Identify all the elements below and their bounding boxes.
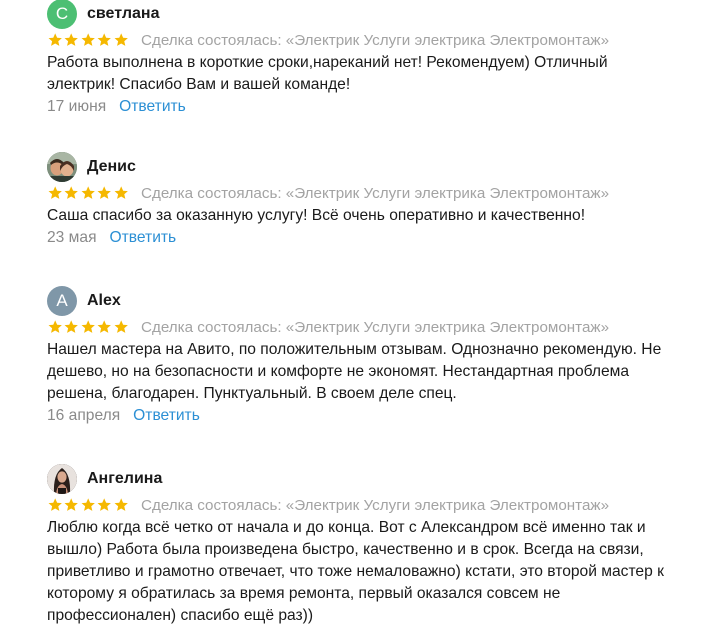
star-icon: [48, 33, 62, 46]
star-icon: [48, 498, 62, 511]
rating-row: Сделка состоялась: «Электрик Услуги элек…: [47, 319, 687, 337]
avatar-letter: С: [55, 4, 69, 23]
review-header: A Alex: [47, 286, 687, 316]
review-card: С светлана Сделка состоялась: «Электрик …: [47, 0, 687, 118]
avatar-letter: A: [56, 291, 68, 310]
author-name[interactable]: светлана: [87, 5, 159, 23]
deal-info: Сделка состоялась: «Электрик Услуги элек…: [141, 319, 610, 336]
star-icon: [48, 320, 62, 333]
avatar[interactable]: [47, 152, 77, 182]
star-icon: [97, 186, 112, 199]
review-header: Ангелина: [47, 464, 687, 494]
avatar[interactable]: С: [47, 0, 77, 29]
star-icon: [81, 498, 95, 511]
star-rating: [47, 185, 129, 201]
review-text: Нашел мастера на Авито, по положительным…: [47, 341, 662, 402]
reply-button[interactable]: Ответить: [119, 98, 186, 115]
rating-row: Сделка состоялась: «Электрик Услуги элек…: [47, 185, 687, 203]
reply-button[interactable]: Ответить: [110, 229, 177, 246]
star-icon: [81, 33, 95, 46]
star-rating: [47, 32, 129, 48]
rating-row: Сделка состоялась: «Электрик Услуги элек…: [47, 497, 687, 515]
rating-row: Сделка состоялась: «Электрик Услуги элек…: [47, 32, 687, 50]
author-name[interactable]: Ангелина: [87, 470, 162, 488]
review-footer: 16 апреля Ответить: [47, 405, 687, 427]
avatar[interactable]: [47, 464, 77, 494]
review-card: Ангелина Сделка состоялась: «Электрик Ус…: [47, 464, 687, 627]
review-card: Денис Сделка состоялась: «Электрик Услуг…: [47, 152, 687, 249]
star-icon: [114, 498, 128, 511]
review-date: 23 мая: [47, 229, 97, 246]
deal-info: Сделка состоялась: «Электрик Услуги элек…: [141, 185, 610, 202]
star-icon: [114, 186, 128, 199]
star-icon: [114, 320, 128, 333]
review-text: Саша спасибо за оказанную услугу! Всё оч…: [47, 207, 586, 224]
review-footer: 17 июня Ответить: [47, 96, 687, 118]
star-icon: [64, 186, 79, 199]
avatar[interactable]: A: [47, 286, 77, 316]
star-icon: [48, 186, 62, 199]
review-date: 17 июня: [47, 98, 107, 115]
review-header: С светлана: [47, 0, 687, 29]
star-icon: [81, 186, 95, 199]
review-footer: 23 мая Ответить: [47, 227, 687, 249]
star-icon: [97, 498, 112, 511]
star-icon: [64, 33, 79, 46]
review-date: 16 апреля: [47, 407, 121, 424]
review-card: A Alex Сделка состоялась: «Электрик Услу…: [47, 286, 687, 427]
avatar-photo: [47, 464, 77, 494]
author-name[interactable]: Денис: [87, 158, 136, 176]
review-header: Денис: [47, 152, 687, 182]
star-icon: [64, 320, 79, 333]
star-rating: [47, 319, 129, 335]
deal-info: Сделка состоялась: «Электрик Услуги элек…: [141, 497, 610, 514]
avatar-photo: [47, 152, 77, 182]
star-icon: [97, 320, 112, 333]
star-rating: [47, 497, 129, 513]
reply-button[interactable]: Ответить: [133, 407, 200, 424]
star-icon: [97, 33, 112, 46]
author-name[interactable]: Alex: [87, 292, 121, 310]
star-icon: [81, 320, 95, 333]
review-text: Работа выполнена в короткие сроки,нарека…: [47, 54, 608, 93]
star-icon: [114, 33, 128, 46]
review-text: Люблю когда всё четко от начала и до кон…: [47, 519, 664, 624]
star-icon: [64, 498, 79, 511]
deal-info: Сделка состоялась: «Электрик Услуги элек…: [141, 32, 610, 49]
